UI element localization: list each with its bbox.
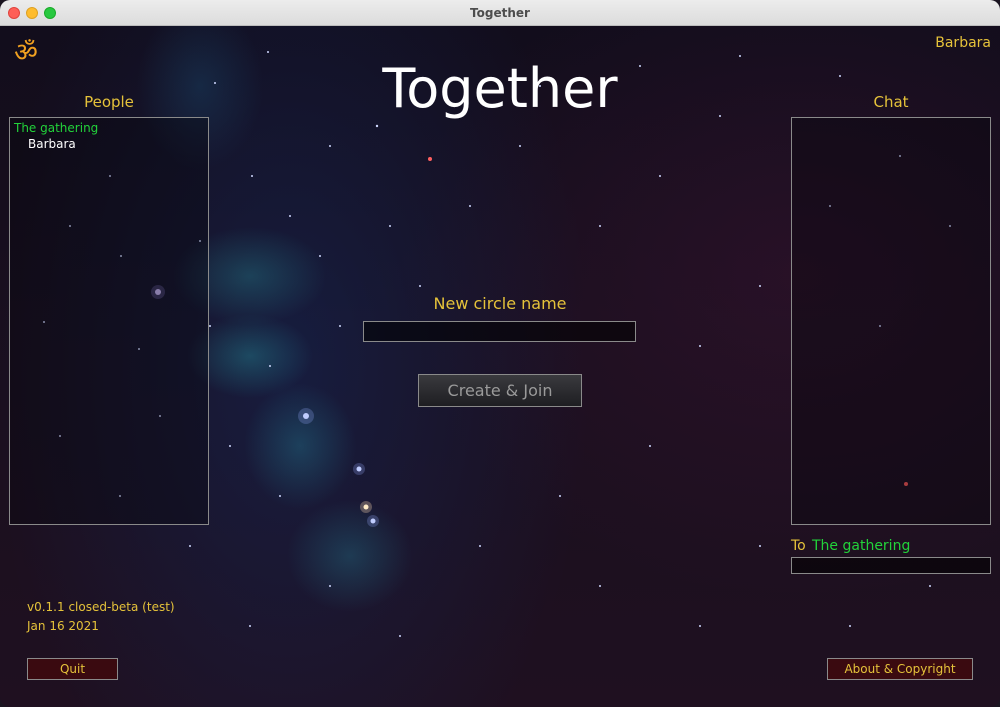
chat-to-label: To xyxy=(791,538,806,554)
quit-button[interactable]: Quit xyxy=(27,658,118,680)
build-date-text: Jan 16 2021 xyxy=(27,619,99,633)
main-content: ॐ Barbara Together People The gathering … xyxy=(0,26,1000,707)
chat-label: Chat xyxy=(873,93,909,111)
circle-item[interactable]: The gathering xyxy=(14,121,98,135)
chat-to-target: The gathering xyxy=(812,538,911,554)
new-circle-name-input[interactable] xyxy=(363,321,636,342)
people-list[interactable]: The gathering Barbara xyxy=(9,117,209,525)
window-title: Together xyxy=(470,6,530,20)
chat-log[interactable] xyxy=(791,117,991,525)
chat-message-input[interactable] xyxy=(791,557,991,574)
member-item[interactable]: Barbara xyxy=(28,137,76,151)
people-label: People xyxy=(84,93,134,111)
about-copyright-button[interactable]: About & Copyright xyxy=(827,658,973,680)
version-text: v0.1.1 closed-beta (test) xyxy=(27,600,175,614)
app-window: Together ॐ Barbara Together People The g… xyxy=(0,0,1000,707)
title-bar[interactable]: Together xyxy=(0,0,1000,26)
create-join-button[interactable]: Create & Join xyxy=(418,374,582,407)
current-user-name[interactable]: Barbara xyxy=(935,35,991,51)
